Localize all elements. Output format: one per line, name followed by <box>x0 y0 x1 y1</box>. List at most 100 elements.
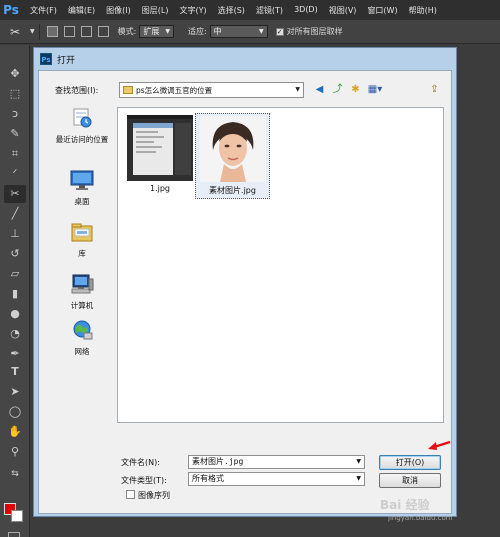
brush-tool-icon[interactable]: ╱ <box>4 205 26 223</box>
desktop-shortcut-icon[interactable]: ⇪ <box>428 83 441 96</box>
mode-select[interactable]: 扩展 ▼ <box>139 25 174 38</box>
file-item-1[interactable]: 1.jpg <box>125 115 195 193</box>
quick-select-tool-icon[interactable]: ✎ <box>4 125 26 143</box>
menu-filter[interactable]: 滤镜(T) <box>256 5 283 16</box>
menu-bar: Ps 文件(F) 编辑(E) 图像(I) 图层(L) 文字(Y) 选择(S) 滤… <box>0 0 500 20</box>
file-name-input[interactable]: 素材图片.jpg ▼ <box>188 455 365 469</box>
computer-icon <box>71 274 94 294</box>
places-bar: 最近访问的位置 桌面 库 计算机 网络 <box>49 107 115 451</box>
tool-preset-chevron-down-icon[interactable]: ▼ <box>30 28 35 35</box>
place-computer[interactable]: 计算机 <box>49 273 115 311</box>
menu-layer[interactable]: 图层(L) <box>142 5 169 16</box>
content-aware-move-tool-icon[interactable]: ✂ <box>4 185 26 203</box>
chevron-down-icon: ▼ <box>165 28 170 35</box>
menu-type[interactable]: 文字(Y) <box>179 5 206 16</box>
cancel-button[interactable]: 取消 <box>379 473 441 488</box>
file-type-select[interactable]: 所有格式 ▼ <box>188 472 365 486</box>
recent-places-icon <box>73 108 92 128</box>
eyedropper-tool-icon[interactable]: ᐟ <box>4 165 26 183</box>
blur-tool-icon[interactable]: ● <box>4 305 26 323</box>
photoshop-app-icon: Ps <box>40 53 52 65</box>
place-label: 桌面 <box>74 197 90 206</box>
file-type-value: 所有格式 <box>192 474 224 483</box>
open-button[interactable]: 打开(O) <box>379 455 441 470</box>
intersect-selection-icon[interactable] <box>97 26 109 37</box>
background-color-swatch[interactable] <box>11 510 23 522</box>
file-thumbnail <box>127 115 193 181</box>
watermark-url: jingyan.baidu.com <box>388 514 453 522</box>
menu-select[interactable]: 选择(S) <box>218 5 245 16</box>
chevron-down-icon: ▼ <box>356 458 361 465</box>
subtract-selection-icon[interactable] <box>80 26 92 37</box>
sample-all-layers-checkbox[interactable]: ✓ <box>275 27 284 36</box>
place-desktop[interactable]: 桌面 <box>49 169 115 207</box>
menu-help[interactable]: 帮助(H) <box>409 5 437 16</box>
eraser-tool-icon[interactable]: ▱ <box>4 265 26 283</box>
portrait-thumbnail-image <box>199 116 266 182</box>
view-menu-icon[interactable]: ▦▾ <box>365 83 385 96</box>
menu-view[interactable]: 视图(V) <box>329 5 357 16</box>
look-in-value: ps怎么微调五官的位置 <box>136 85 213 95</box>
hand-tool-icon[interactable]: ✋ <box>4 423 26 441</box>
place-label: 计算机 <box>70 301 94 310</box>
up-folder-icon[interactable]: ⤴ <box>331 83 344 96</box>
zoom-tool-icon[interactable]: ⚲ <box>4 443 26 461</box>
image-sequence-label: 图像序列 <box>138 491 170 500</box>
file-name: 1.jpg <box>149 184 170 193</box>
place-label: 库 <box>78 249 86 258</box>
dodge-tool-icon[interactable]: ◔ <box>4 325 26 343</box>
lasso-tool-icon[interactable]: ↄ <box>4 105 26 123</box>
mode-value: 扩展 <box>143 27 160 36</box>
new-selection-icon[interactable] <box>46 26 58 37</box>
pen-tool-icon[interactable]: ✒ <box>4 345 26 363</box>
photoshop-logo: Ps <box>3 3 19 17</box>
type-tool-icon[interactable]: T <box>4 363 26 381</box>
chevron-down-icon: ▼ <box>295 86 300 93</box>
move-tool-icon[interactable]: ✥ <box>4 65 26 83</box>
add-to-selection-icon[interactable] <box>63 26 75 37</box>
network-icon <box>73 320 93 340</box>
place-recent[interactable]: 最近访问的位置 <box>49 107 115 145</box>
adapt-value: 中 <box>213 27 222 36</box>
desktop-icon <box>70 170 94 190</box>
tools-panel: ✥ ⬚ ↄ ✎ ⌗ ᐟ ✂ ╱ ⊥ ↺ ▱ ▮ ● ◔ ✒ T ➤ ◯ ✋ ⚲ … <box>0 45 30 537</box>
file-name-value: 素材图片.jpg <box>192 457 244 466</box>
file-thumbnail <box>199 116 266 182</box>
place-libraries[interactable]: 库 <box>49 221 115 259</box>
menu-3d[interactable]: 3D(D) <box>294 5 318 16</box>
menu-edit[interactable]: 编辑(E) <box>68 5 95 16</box>
quick-mask-icon[interactable] <box>8 532 20 537</box>
marquee-tool-icon[interactable]: ⬚ <box>4 85 26 103</box>
new-folder-icon[interactable]: ✱ <box>349 83 362 96</box>
back-icon[interactable]: ◀ <box>313 83 326 96</box>
crop-tool-icon[interactable]: ⌗ <box>4 145 26 163</box>
dialog-titlebar[interactable]: Ps 打开 <box>34 48 456 70</box>
place-network[interactable]: 网络 <box>49 319 115 357</box>
dialog-title: 打开 <box>57 55 76 66</box>
shape-tool-icon[interactable]: ◯ <box>4 403 26 421</box>
menu-items: 文件(F) 编辑(E) 图像(I) 图层(L) 文字(Y) 选择(S) 滤镜(T… <box>30 5 448 16</box>
screenshot-thumbnail-image <box>127 115 193 181</box>
gradient-tool-icon[interactable]: ▮ <box>4 285 26 303</box>
clone-stamp-tool-icon[interactable]: ⊥ <box>4 225 26 243</box>
options-divider <box>38 23 40 40</box>
menu-window[interactable]: 窗口(W) <box>367 5 397 16</box>
dialog-body: 查找范围(I): ps怎么微调五官的位置 ▼ ◀ ⤴ ✱ ▦▾ ⇪ 最近访问的位… <box>38 70 452 514</box>
swap-colors-icon[interactable]: ⇆ <box>4 465 26 483</box>
look-in-dropdown[interactable]: ps怎么微调五官的位置 ▼ <box>119 82 304 98</box>
open-dialog: Ps 打开 查找范围(I): ps怎么微调五官的位置 ▼ ◀ ⤴ ✱ ▦▾ ⇪ <box>33 47 457 517</box>
file-name: 素材图片.jpg <box>209 186 256 195</box>
file-list[interactable]: 1.jpg 素材图片.jpg <box>117 107 444 423</box>
history-brush-tool-icon[interactable]: ↺ <box>4 245 26 263</box>
adapt-select[interactable]: 中 ▼ <box>209 25 268 38</box>
menu-image[interactable]: 图像(I) <box>106 5 131 16</box>
file-item-2[interactable]: 素材图片.jpg <box>195 113 270 199</box>
red-arrow-annotation-icon <box>428 440 451 450</box>
image-sequence-checkbox[interactable] <box>126 490 135 499</box>
content-aware-move-tool-icon[interactable]: ✂ <box>0 25 30 39</box>
path-select-tool-icon[interactable]: ➤ <box>4 383 26 401</box>
libraries-icon <box>71 223 93 242</box>
chevron-down-icon: ▼ <box>259 28 264 35</box>
menu-file[interactable]: 文件(F) <box>30 5 57 16</box>
folder-icon <box>123 86 133 94</box>
